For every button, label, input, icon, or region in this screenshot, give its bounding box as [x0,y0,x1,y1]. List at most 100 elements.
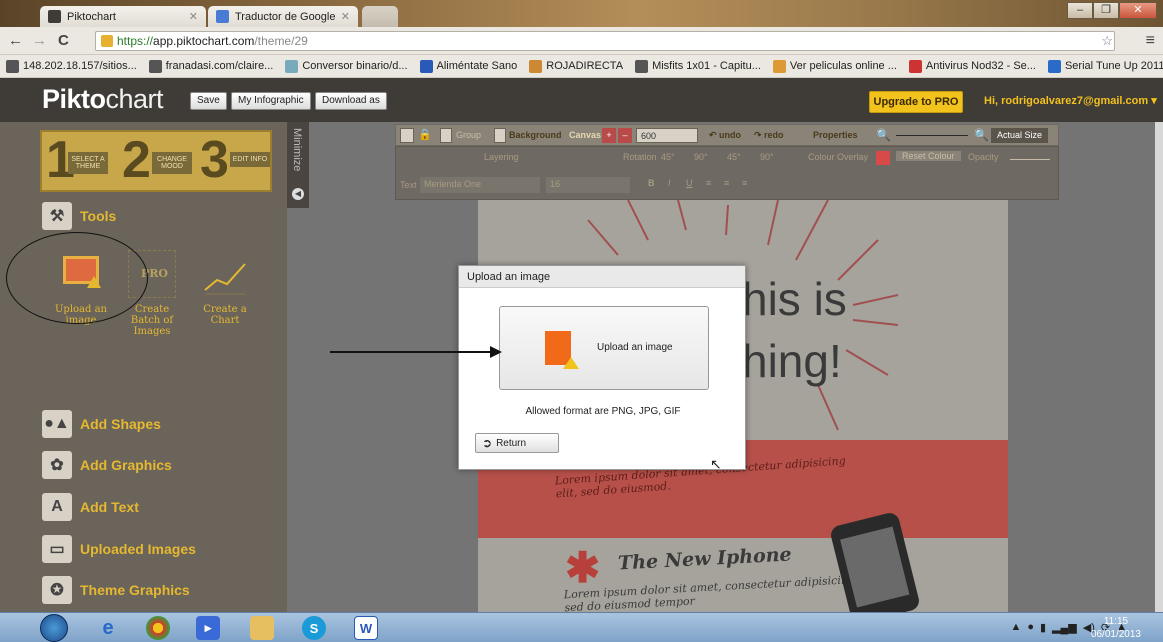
underline-button[interactable]: U [686,178,693,188]
opacity-slider[interactable] [1010,159,1050,160]
tools-icon: ⚒ [42,202,72,230]
headline-text-1[interactable]: his is [742,272,847,326]
canvas-plus-button[interactable]: + [602,128,616,143]
group-checkbox[interactable] [440,128,452,143]
align-left-icon[interactable]: ≡ [706,178,711,188]
font-select[interactable]: Merienda One [420,177,540,193]
rotate-cw-90-button[interactable]: 90° [760,152,774,162]
select-checkbox[interactable] [400,128,414,143]
background-checkbox[interactable] [494,128,506,143]
add-text-section[interactable]: A Add Text [42,493,139,521]
shapes-icon: ●▲ [42,410,72,438]
back-arrow-icon[interactable]: ← [8,32,23,49]
word-icon[interactable]: W [354,616,378,640]
tools-label: Tools [80,208,117,224]
actual-size-button[interactable]: Actual Size [991,128,1049,143]
bookmark-item[interactable]: Antivirus Nod32 - Se... [908,59,1036,73]
new-tab-button[interactable] [362,6,398,27]
minimize-panel-button[interactable]: Minimize ◀ [287,122,309,208]
step-select-theme[interactable]: 1 SELECT A THEME [46,131,116,189]
bookmark-label: Serial Tune Up 2011 ... [1064,60,1163,72]
bookmark-label: 148.202.18.157/sitios... [23,60,137,72]
arrow-left-icon: ◀ [292,188,304,200]
bookmark-item[interactable]: Misfits 1x01 - Capitu... [635,59,761,73]
uploaded-images-section[interactable]: ▭ Uploaded Images [42,535,196,563]
zoom-in-icon[interactable]: 🔍 [974,128,989,143]
upgrade-pro-button[interactable]: Upgrade to PRO [869,91,963,113]
reset-colour-button[interactable]: Reset Colour [896,151,961,161]
canvas-size-select[interactable]: 600 [636,128,698,143]
align-right-icon[interactable]: ≡ [742,178,747,188]
bookmark-item[interactable]: 148.202.18.157/sitios... [6,59,137,73]
bookmark-label: ROJADIRECTA [546,60,624,72]
internet-explorer-icon[interactable]: e [96,616,120,640]
section-label: Uploaded Images [80,541,196,557]
bold-button[interactable]: B [648,178,655,188]
reload-icon[interactable]: C [58,32,69,49]
zoom-out-icon[interactable]: 🔍 [876,128,891,143]
start-button[interactable] [40,614,68,642]
my-infographic-button[interactable]: My Infographic [231,92,311,110]
properties-button[interactable]: Properties [813,128,858,143]
lock-icon [101,35,113,47]
step-change-mood[interactable]: 2 CHANGE MOOD [122,131,192,189]
canvas-scrollbar[interactable] [1155,122,1163,612]
browser-menu-icon[interactable]: ≡ [1146,32,1155,50]
step-label: CHANGE MOOD [152,152,192,174]
bookmark-item[interactable]: Ver peliculas online ... [772,59,897,73]
step-edit-info[interactable]: 3 EDIT INFO [200,131,270,189]
network-icon[interactable]: ▮ [1040,621,1046,634]
italic-button[interactable]: I [668,178,671,188]
close-tab-icon[interactable]: ✕ [341,10,350,23]
restore-window-button[interactable]: ❐ [1093,2,1119,19]
zoom-slider[interactable] [896,135,968,136]
rotate-cw-45-button[interactable]: 45° [727,152,741,162]
chrome-icon[interactable] [146,616,170,640]
rotate-ccw-45-button[interactable]: 45° [661,152,675,162]
section-label: Add Shapes [80,416,161,432]
system-clock[interactable]: 11:15 06/01/2013 [1091,615,1141,641]
bookmark-item[interactable]: Aliméntate Sano [419,59,517,73]
signal-icon[interactable]: ▂▄▆ [1052,621,1077,634]
bookmark-label: Ver peliculas online ... [789,60,897,72]
create-chart-tool[interactable]: Create a Chart [196,250,254,326]
align-center-icon[interactable]: ≡ [724,178,729,188]
headline-text-2[interactable]: hing! [742,334,842,388]
url-input[interactable]: https:// app.piktochart.com /theme/29 [95,31,1115,51]
redo-button[interactable]: ↷ redo [754,128,784,143]
bookmark-item[interactable]: franadasi.com/claire... [148,59,273,73]
piktochart-logo[interactable]: Piktochart [42,84,164,115]
tab-piktochart[interactable]: Piktochart ✕ [40,6,206,27]
bookmark-item[interactable]: ROJADIRECTA [529,59,624,73]
colour-swatch[interactable] [876,151,890,165]
font-size-select[interactable]: 16 [546,177,630,193]
user-menu[interactable]: Hi, rodrigoalvarez7@gmail.com ▾ [984,94,1157,107]
file-explorer-icon[interactable] [250,616,274,640]
return-button[interactable]: ➲ Return [475,433,559,453]
tab-google-translate[interactable]: Traductor de Google ✕ [208,6,358,27]
tray-app-icon[interactable]: ● [1027,621,1034,634]
media-player-icon[interactable]: ▸ [196,616,220,640]
add-shapes-section[interactable]: ●▲ Add Shapes [42,410,161,438]
rotate-ccw-90-button[interactable]: 90° [694,152,708,162]
undo-button[interactable]: ↶ undo [709,128,741,143]
canvas-minus-button[interactable]: – [618,128,632,143]
theme-graphics-section[interactable]: ✪ Theme Graphics [42,576,190,604]
skype-icon[interactable]: S [302,616,326,640]
close-tab-icon[interactable]: ✕ [189,10,198,23]
close-window-button[interactable]: ✕ [1119,2,1157,19]
tray-arrow-icon[interactable]: ▲ [1010,621,1021,634]
upload-image-button[interactable]: Upload an image [499,306,709,390]
asterisk-icon[interactable]: ✱ [565,547,600,589]
minimize-window-button[interactable]: – [1067,2,1093,19]
lock-icon[interactable]: 🔒 [418,128,432,143]
bookmark-label: Antivirus Nod32 - Se... [925,60,1036,72]
step-number: 2 [122,131,151,189]
bookmark-star-icon[interactable]: ☆ [1101,33,1113,49]
add-graphics-section[interactable]: ✿ Add Graphics [42,451,172,479]
forward-arrow-icon[interactable]: → [32,32,47,49]
bookmark-item[interactable]: Conversor binario/d... [285,59,408,73]
save-button[interactable]: Save [190,92,227,110]
bookmark-item[interactable]: Serial Tune Up 2011 ... [1047,59,1163,73]
download-as-button[interactable]: Download as [315,92,387,110]
